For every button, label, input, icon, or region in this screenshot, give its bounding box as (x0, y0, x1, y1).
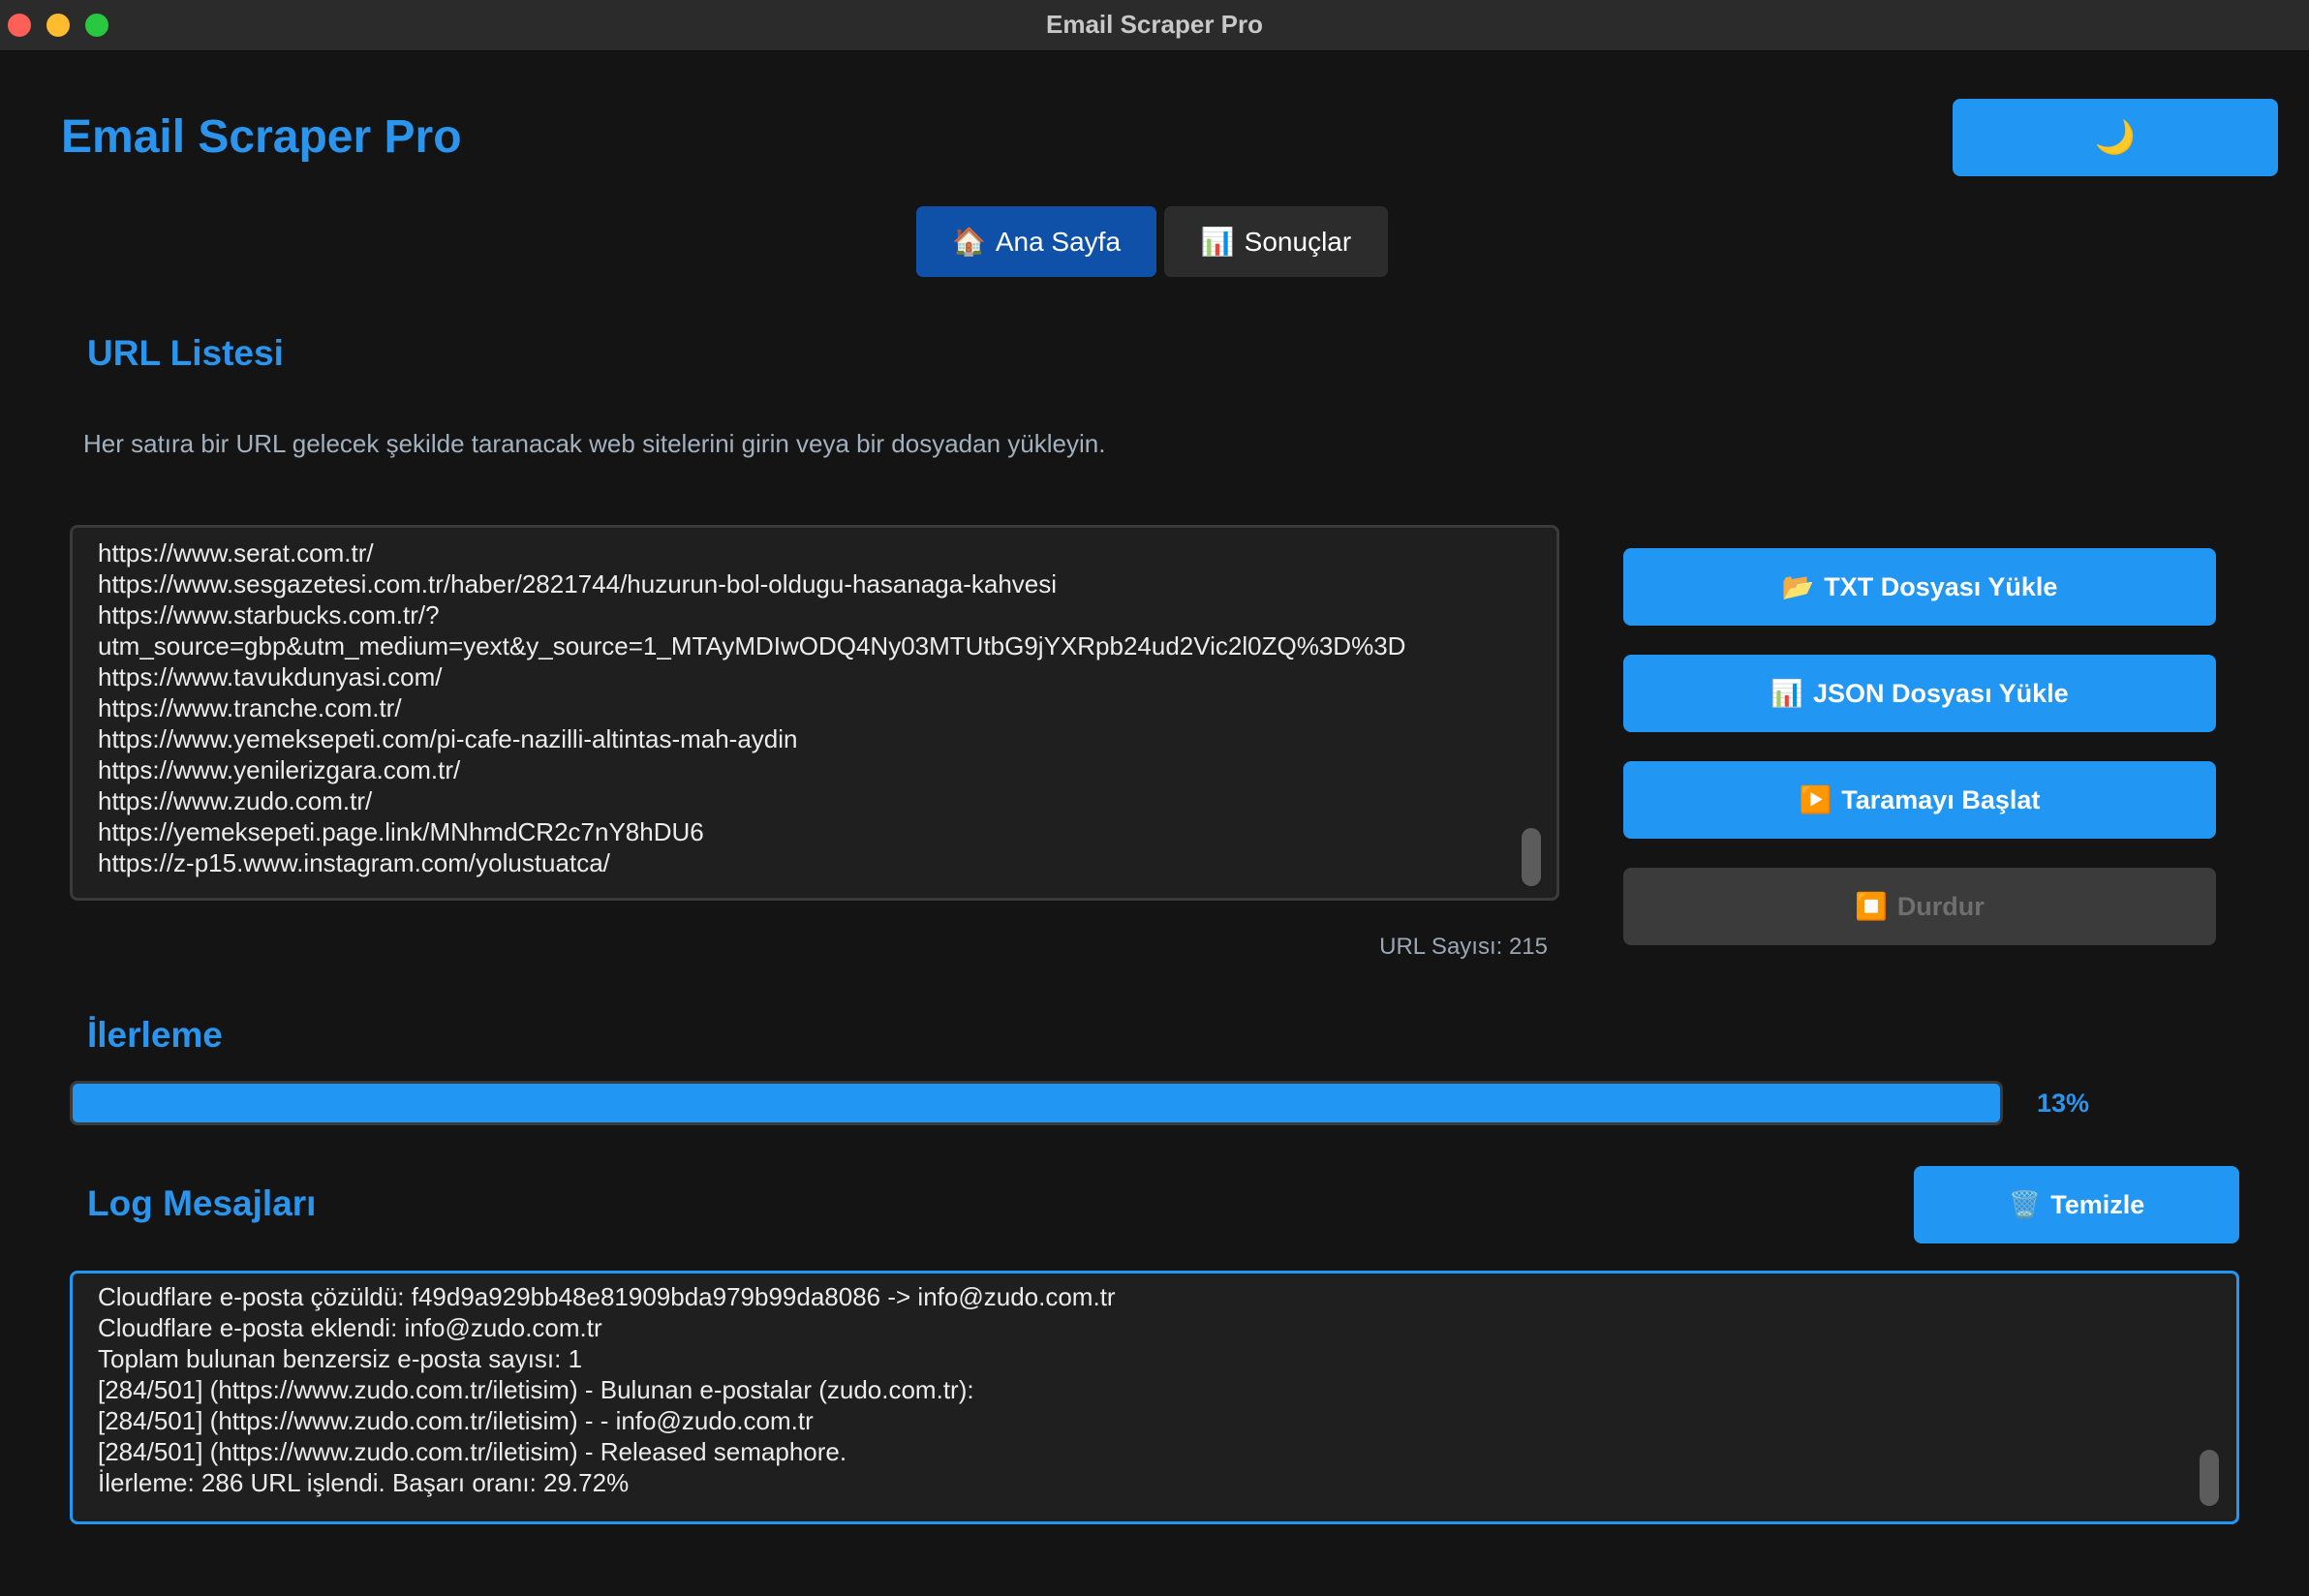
load-json-button[interactable]: 📊 JSON Dosyası Yükle (1623, 655, 2216, 732)
window-title: Email Scraper Pro (1046, 10, 1263, 39)
url-line: https://www.zudo.com.tr/ (98, 786, 373, 815)
progress-percent: 13% (2037, 1089, 2090, 1118)
start-scan-button[interactable]: ▶️ Taramayı Başlat (1623, 761, 2216, 839)
load-txt-label: TXT Dosyası Yükle (1824, 571, 2058, 601)
moon-icon: 🌙 (2094, 119, 2137, 156)
url-line: https://z-p15.www.instagram.com/yolustua… (98, 848, 610, 877)
start-scan-label: Taramayı Başlat (1841, 784, 2041, 814)
play-icon: ▶️ (1799, 785, 1832, 814)
clear-log-label: Temizle (2050, 1189, 2145, 1219)
log-line: Cloudflare e-posta çözüldü: f49d9a929bb4… (98, 1282, 1116, 1311)
app-window: Email Scraper Pro Email Scraper Pro 🌙 🏠 … (0, 0, 2309, 1596)
log-line: [284/501] (https://www.zudo.com.tr/ileti… (98, 1375, 974, 1404)
url-list-title: URL Listesi (87, 333, 284, 373)
url-line: utm_source=gbp&utm_medium=yext&y_source=… (98, 631, 1406, 660)
url-count: URL Sayısı: 215 (1379, 934, 1548, 960)
log-title: Log Mesajları (87, 1183, 317, 1223)
progress-fill (73, 1084, 2000, 1122)
tab-label: Ana Sayfa (995, 226, 1122, 257)
log-scrollbar[interactable] (2200, 1450, 2219, 1506)
load-json-label: JSON Dosyası Yükle (1812, 678, 2069, 708)
url-line: https://www.starbucks.com.tr/? (98, 600, 440, 629)
url-line: https://www.serat.com.tr/ (98, 538, 374, 568)
theme-toggle-button[interactable]: 🌙 (1953, 99, 2278, 176)
log-line: İlerleme: 286 URL işlendi. Başarı oranı:… (98, 1468, 630, 1497)
url-line: https://yemeksepeti.page.link/MNhmdCR2c7… (98, 817, 704, 846)
load-txt-button[interactable]: 📂 TXT Dosyası Yükle (1623, 548, 2216, 626)
url-line: https://www.yenilerizgara.com.tr/ (98, 755, 461, 784)
app-title: Email Scraper Pro (61, 111, 462, 163)
url-line: https://www.tranche.com.tr/ (98, 693, 402, 722)
stop-icon: ⏹️ (1855, 892, 1888, 921)
log-textarea[interactable]: Cloudflare e-posta çözüldü: f49d9a929bb4… (70, 1271, 2239, 1524)
url-line: https://www.yemeksepeti.com/pi-cafe-nazi… (98, 724, 798, 753)
log-line: Toplam bulunan benzersiz e-posta sayısı:… (98, 1344, 583, 1373)
tab-label: Sonuçlar (1244, 226, 1352, 257)
url-list-textarea[interactable]: https://www.serat.com.tr/https://www.ses… (70, 525, 1559, 901)
title-bar: Email Scraper Pro (0, 0, 2309, 51)
bar-chart-icon: 📊 (1770, 679, 1803, 708)
stop-label: Durdur (1896, 891, 1985, 921)
url-line: https://www.sesgazetesi.com.tr/haber/282… (98, 569, 1058, 598)
trash-icon: 🗑️ (2008, 1190, 2042, 1219)
stop-button[interactable]: ⏹️ Durdur (1623, 868, 2216, 945)
log-line: [284/501] (https://www.zudo.com.tr/ileti… (98, 1437, 847, 1466)
url-list-scrollbar[interactable] (1522, 828, 1541, 886)
folder-icon: 📂 (1781, 572, 1815, 601)
log-line: [284/501] (https://www.zudo.com.tr/ileti… (98, 1406, 814, 1435)
url-line: https://www.tavukdunyasi.com/ (98, 662, 443, 691)
log-line: Cloudflare e-posta eklendi: info@zudo.co… (98, 1313, 602, 1342)
tab-ana-sayfa[interactable]: 🏠 Ana Sayfa (916, 206, 1156, 277)
url-list-description: Her satıra bir URL gelecek şekilde taran… (83, 429, 1106, 458)
log-lines: Cloudflare e-posta çözüldü: f49d9a929bb4… (98, 1281, 2178, 1498)
tab-sonuclar[interactable]: 📊 Sonuçlar (1164, 206, 1388, 277)
home-icon: 🏠 (951, 227, 986, 257)
progress-bar (70, 1081, 2003, 1125)
url-lines: https://www.serat.com.tr/https://www.ses… (98, 537, 1498, 878)
clear-log-button[interactable]: 🗑️ Temizle (1914, 1166, 2239, 1243)
bar-chart-icon: 📊 (1200, 227, 1235, 257)
progress-title: İlerleme (87, 1015, 223, 1055)
